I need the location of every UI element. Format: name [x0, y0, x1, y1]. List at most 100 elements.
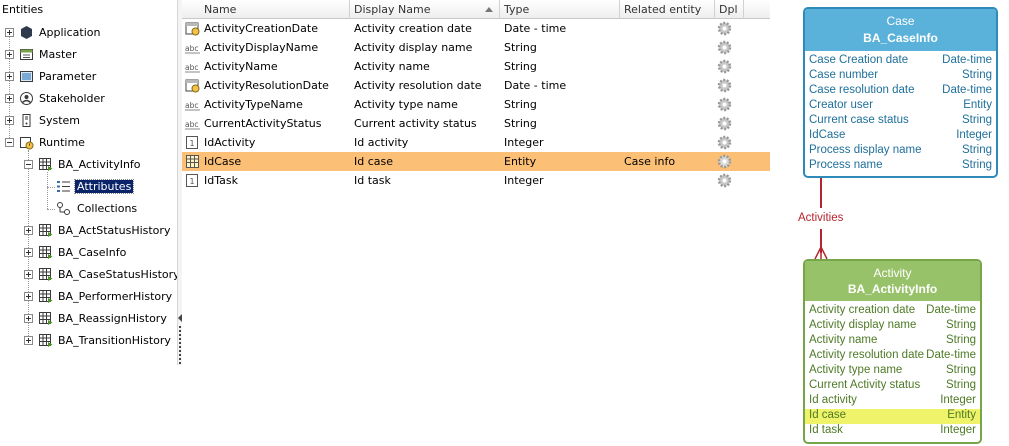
case-entity-subtitle: BA_CaseInfo	[863, 31, 938, 45]
abc-icon: abc	[185, 101, 200, 111]
case-attribute: Case resolution date Date-time	[805, 84, 996, 99]
tree-item-ba-casestatushistory[interactable]: BA_CaseStatusHistory	[0, 265, 180, 285]
integer-icon: 1	[186, 136, 198, 149]
tree-item-stakeholder[interactable]: Stakeholder	[0, 89, 177, 109]
gear-icon[interactable]	[716, 39, 733, 56]
cell-type: String	[504, 41, 537, 54]
cell-related-entity	[624, 57, 715, 76]
attribute-name: Case resolution date	[809, 84, 915, 96]
attribute-name: Case Creation date	[809, 54, 909, 66]
tree-item-collections[interactable]: Collections	[0, 199, 177, 219]
tree-item-label: BA_ReassignHistory	[58, 312, 167, 325]
cell-name: IdCase	[204, 155, 242, 168]
tree-item-ba-caseinfo[interactable]: BA_CaseInfo	[0, 243, 177, 263]
column-header-display-name[interactable]: Display Name	[350, 0, 500, 19]
activity-attribute: Activity display name String	[805, 319, 980, 334]
table-entity-icon	[39, 290, 53, 303]
activity-attribute: Activity resolution date Date-time	[805, 349, 980, 364]
collapse-icon[interactable]	[5, 138, 14, 147]
expand-icon[interactable]	[5, 72, 14, 81]
table-row[interactable]: ActivityCreationDate Activity creation d…	[182, 19, 770, 38]
table-row-selected[interactable]: IdCase Id case Entity Case info	[182, 152, 770, 171]
expand-icon[interactable]	[24, 336, 33, 345]
tree-item-ba-performerhistory[interactable]: BA_PerformerHistory	[0, 287, 177, 307]
expand-icon[interactable]	[5, 94, 14, 103]
attribute-type: String	[961, 159, 992, 171]
tree-item-ba-reassignhistory[interactable]: BA_ReassignHistory	[0, 309, 177, 329]
entity-icon	[186, 155, 199, 168]
column-header-related-entity[interactable]: Related entity	[620, 0, 715, 19]
gear-icon[interactable]	[716, 115, 733, 132]
gear-icon[interactable]	[716, 77, 733, 94]
tree-item-label: BA_CaseInfo	[58, 246, 127, 259]
tree-item-application[interactable]: Application	[0, 23, 177, 43]
attribute-type: String	[945, 379, 976, 391]
attribute-type: Date-time	[926, 304, 976, 316]
tree-item-label: Attributes	[73, 179, 135, 194]
grip-icon[interactable]	[179, 326, 181, 364]
attributes-grid: Name Display Name Type Related entity Dp…	[182, 0, 770, 200]
table-row[interactable]: abc ActivityTypeName Activity type name …	[182, 95, 770, 114]
collapse-arrow-icon[interactable]	[178, 314, 182, 322]
attribute-type: String	[945, 319, 976, 331]
gear-icon[interactable]	[716, 20, 733, 37]
table-row[interactable]: 1 IdTask Id task Integer	[182, 171, 770, 190]
expand-icon[interactable]	[24, 226, 33, 235]
attribute-type: Entity	[963, 99, 992, 111]
cell-type: Entity	[504, 155, 537, 168]
case-attribute: Case Creation date Date-time	[805, 54, 996, 69]
gear-icon[interactable]	[716, 153, 733, 170]
tree-item-label: BA_TransitionHistory	[58, 334, 171, 347]
column-header-name[interactable]: Name	[182, 0, 350, 19]
tree-item-runtime[interactable]: Runtime	[0, 133, 177, 153]
expand-icon[interactable]	[24, 292, 33, 301]
table-entity-icon	[39, 312, 53, 325]
tree-item-ba-activityinfo[interactable]: BA_ActivityInfo	[0, 155, 177, 175]
expand-icon[interactable]	[24, 248, 33, 257]
tree-item-parameter[interactable]: Parameter	[0, 67, 177, 87]
table-row[interactable]: 1 IdActivity Id activity Integer	[182, 133, 770, 152]
table-row[interactable]: ActivityResolutionDate Activity resoluti…	[182, 76, 770, 95]
attributes-list-icon	[57, 181, 70, 192]
column-header-dpl[interactable]: Dpl	[715, 0, 744, 19]
table-row[interactable]: abc ActivityName Activity name String	[182, 57, 770, 76]
gear-icon[interactable]	[716, 134, 733, 151]
expand-icon[interactable]	[5, 116, 14, 125]
tree-item-ba-transitionhistory[interactable]: BA_TransitionHistory	[0, 331, 177, 351]
expand-icon[interactable]	[5, 50, 14, 59]
tree-item-ba-actstatushistory[interactable]: BA_ActStatusHistory	[0, 221, 177, 241]
tree-item-master[interactable]: Master	[0, 45, 177, 65]
gear-icon[interactable]	[716, 58, 733, 75]
cell-type: Date - time	[504, 79, 567, 92]
activity-attribute: Id task Integer	[805, 424, 980, 439]
cell-display-name: Activity resolution date	[354, 79, 482, 92]
activity-attribute: Activity creation date Date-time	[805, 304, 980, 319]
tree-item-attributes[interactable]: Attributes	[0, 177, 177, 197]
svg-text:1: 1	[190, 177, 195, 186]
cell-name: IdActivity	[204, 136, 256, 149]
cell-name: ActivityTypeName	[204, 98, 303, 111]
expand-icon[interactable]	[24, 270, 33, 279]
table-row[interactable]: abc CurrentActivityStatus Current activi…	[182, 114, 770, 133]
table-row[interactable]: abc ActivityDisplayName Activity display…	[182, 38, 770, 57]
expand-icon[interactable]	[5, 28, 14, 37]
table-entity-icon	[39, 224, 53, 237]
column-header-type[interactable]: Type	[500, 0, 620, 19]
tree-item-system[interactable]: System	[0, 111, 177, 131]
attribute-name: Current case status	[809, 114, 909, 126]
gear-icon[interactable]	[716, 172, 733, 189]
cell-type: Date - time	[504, 22, 567, 35]
attribute-name: Activity resolution date	[809, 349, 925, 361]
case-attribute: IdCase Integer	[805, 129, 996, 144]
attribute-type: Integer	[956, 129, 992, 141]
cell-display-name: Id case	[354, 155, 394, 168]
activity-attribute: Id activity Integer	[805, 394, 980, 409]
system-icon	[22, 114, 31, 127]
gear-icon[interactable]	[716, 96, 733, 113]
relationship-line	[820, 178, 822, 208]
entities-tree: Entities Application Master Parameter St…	[0, 0, 180, 365]
tree-item-label: Collections	[77, 202, 138, 215]
collapse-icon[interactable]	[24, 160, 33, 169]
expand-icon[interactable]	[24, 314, 33, 323]
cell-name: ActivityName	[204, 60, 278, 73]
